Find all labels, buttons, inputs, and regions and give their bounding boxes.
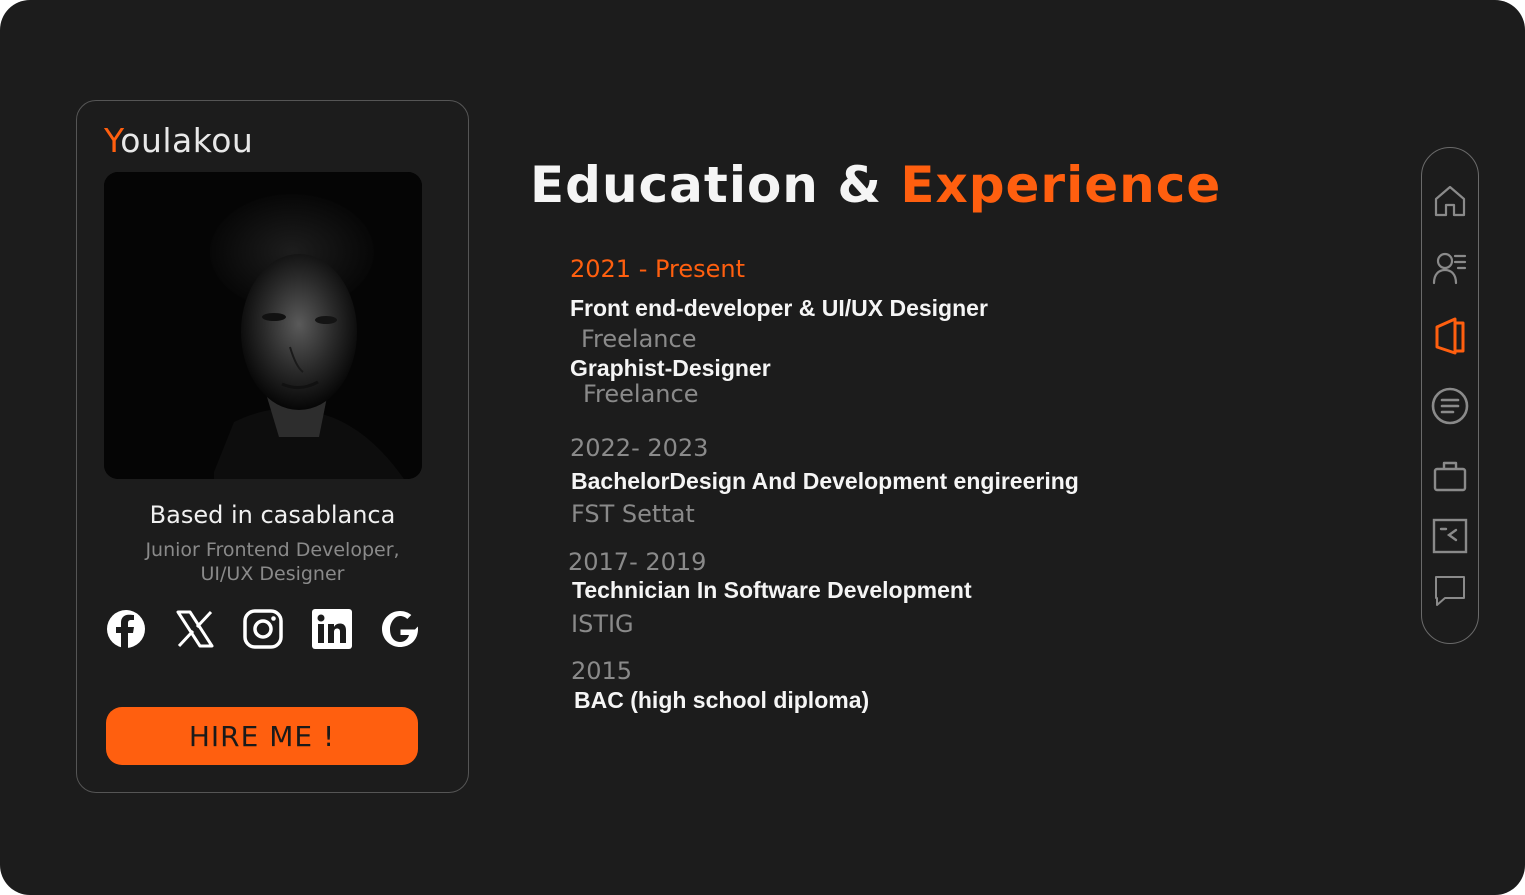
profile-card: Youlakou Based in casablanca Junior Fron… [76,100,469,793]
brand-rest: oulakou [120,121,254,160]
profile-photo [104,172,422,479]
entry-title: BachelorDesign And Development engireeri… [571,468,1079,494]
role-line-2: UI/UX Designer [200,563,345,585]
entry-title: Technician In Software Development [572,577,972,603]
entry-title: Front end-developer & UI/UX Designer [570,295,988,321]
linkedin-icon[interactable] [310,607,354,651]
brand-logo[interactable]: Youlakou [104,121,253,160]
home-icon[interactable] [1430,181,1470,221]
google-icon[interactable] [378,607,422,651]
blog-icon[interactable] [1430,516,1470,556]
services-icon[interactable] [1430,386,1470,426]
entry-title: Graphist-Designer [570,355,771,381]
entry-org: ISTIG [571,610,634,638]
entry-title: BAC (high school diploma) [574,687,870,713]
contact-icon[interactable] [1430,571,1470,611]
brand-first-letter: Y [104,121,121,160]
entry-year: 2015 [571,657,633,685]
page-title-part1: Education & [530,156,901,214]
x-icon[interactable] [173,607,217,651]
entry-org: FST Settat [571,500,695,528]
instagram-icon[interactable] [241,607,285,651]
profile-icon[interactable] [1430,248,1470,288]
entry-year: 2017- 2019 [568,548,707,576]
entry-org: Freelance [581,325,697,353]
social-links [104,607,422,651]
hire-me-button[interactable]: HIRE ME ! [106,707,418,765]
page-frame: Youlakou Based in casablanca Junior Fron… [0,0,1525,895]
side-nav [1421,147,1479,644]
location-text: Based in casablanca [149,501,396,529]
resume-icon[interactable] [1430,316,1470,356]
entry-year: 2021 - Present [570,255,746,283]
page-title-part2: Experience [900,156,1222,214]
role-text: Junior Frontend Developer, UI/UX Designe… [77,538,468,586]
page-title: Education & Experience [530,156,1221,214]
role-line-1: Junior Frontend Developer, [145,539,400,561]
entry-year: 2022- 2023 [570,434,709,462]
portfolio-icon[interactable] [1430,456,1470,496]
entry-org: Freelance [583,380,699,408]
facebook-icon[interactable] [104,607,148,651]
